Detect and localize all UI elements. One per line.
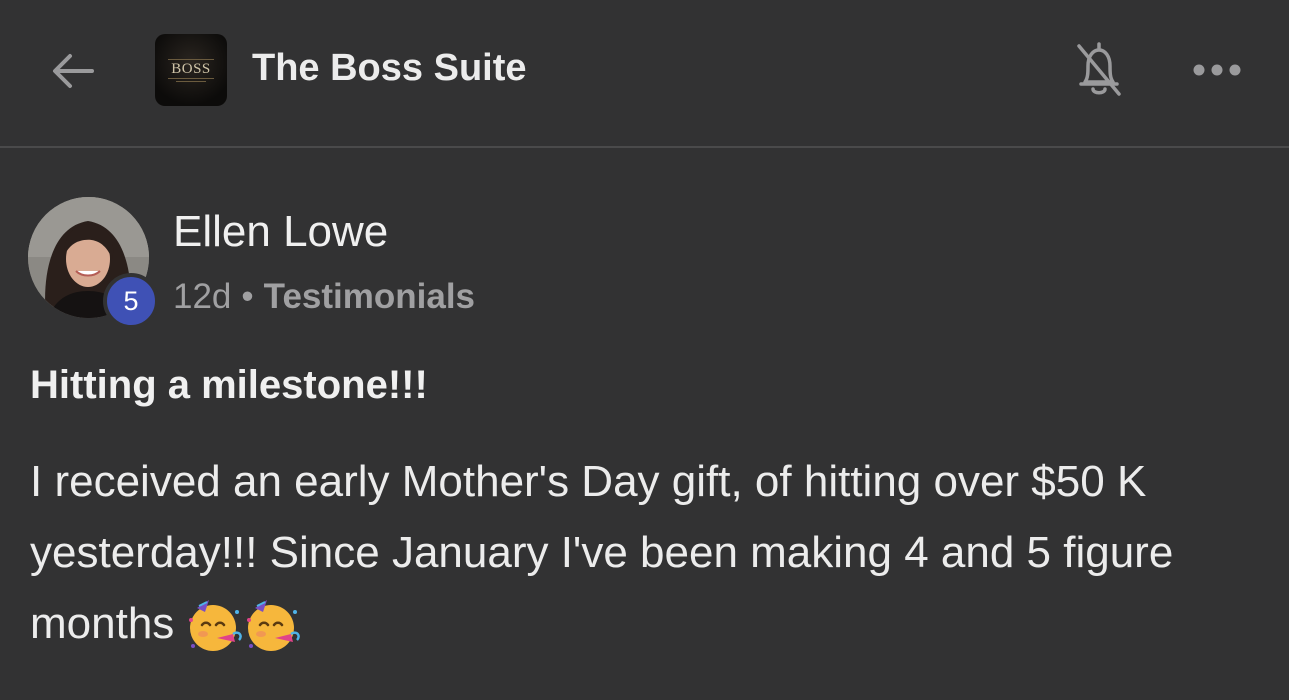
partying-face-emoji [183, 592, 245, 654]
post-body-line: months [30, 588, 1270, 659]
logo-ornament-base [176, 80, 206, 82]
back-arrow-icon [53, 54, 94, 88]
more-options-button[interactable] [1188, 52, 1246, 88]
mute-notifications-button[interactable] [1068, 36, 1130, 102]
partying-face-emoji [241, 592, 303, 654]
group-logo[interactable]: BOSS [155, 34, 227, 106]
author-name[interactable]: Ellen Lowe [173, 206, 388, 258]
post-category-link[interactable]: Testimonials [264, 276, 475, 318]
post-title: Hitting a milestone!!! [30, 363, 428, 407]
post-time: 12d [173, 277, 232, 316]
post-body-text: yesterday!!! Since January I've been mak… [30, 528, 1174, 577]
meta-separator: • [241, 277, 254, 316]
post-body-text: months [30, 599, 175, 648]
group-title[interactable]: The Boss Suite [252, 45, 527, 91]
post-body: I received an early Mother's Day gift, o… [30, 446, 1270, 659]
logo-ornament-top [168, 58, 214, 60]
bell-off-icon [1077, 42, 1121, 96]
logo-text: BOSS [171, 60, 211, 77]
post-body-line: yesterday!!! Since January I've been mak… [30, 517, 1270, 588]
author-level-badge: 5 [103, 273, 159, 329]
back-button[interactable] [44, 42, 102, 100]
post-body-line: I received an early Mother's Day gift, o… [30, 457, 1147, 506]
logo-ornament-bottom [168, 77, 214, 79]
more-horizontal-icon [1193, 64, 1241, 76]
top-app-bar: BOSS The Boss Suite [0, 0, 1289, 148]
post-meta: 12d • Testimonials [173, 276, 475, 318]
